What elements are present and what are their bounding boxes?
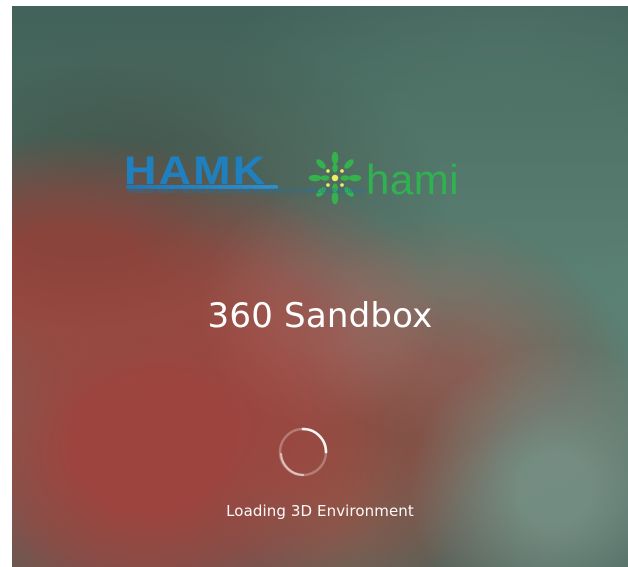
page-title: 360 Sandbox [207, 296, 433, 336]
loading-status: Loading 3D Environment [226, 502, 414, 520]
hami-wordmark: hami [366, 156, 460, 203]
spinner-icon [278, 427, 328, 477]
app-window: HAMK HÄMEEN AMMATTIKORKEAKOULU HÄME UNIV… [0, 0, 628, 567]
partner-logos: HAMK HÄMEEN AMMATTIKORKEAKOULU HÄME UNIV… [120, 146, 488, 210]
hamk-logo: HAMK HÄMEEN AMMATTIKORKEAKOULU HÄME UNIV… [120, 151, 365, 205]
hamk-subtitle: HÄMEEN AMMATTIKORKEAKOULU HÄME UNIVERSIT… [128, 189, 366, 195]
loading-screen: HAMK HÄMEEN AMMATTIKORKEAKOULU HÄME UNIV… [12, 6, 628, 567]
hami-logo: hami [308, 150, 459, 206]
hami-leaf-icon [308, 151, 362, 205]
